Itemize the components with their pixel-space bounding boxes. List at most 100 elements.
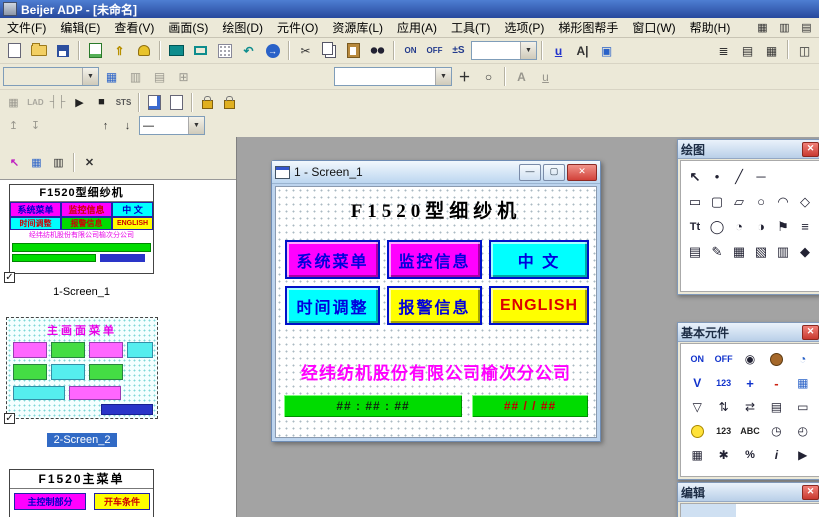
run-icon[interactable]: ▶ bbox=[69, 93, 90, 112]
titlebar[interactable]: Beijer ADP - [未命名] bbox=[0, 0, 819, 18]
menu-object[interactable]: 元件(O) bbox=[270, 17, 325, 38]
filled-rect-icon[interactable] bbox=[165, 40, 188, 61]
text-align-icon[interactable]: A| bbox=[571, 40, 594, 61]
contact-symbol-icon[interactable]: ┤├ bbox=[47, 93, 68, 112]
decrement-element[interactable]: - bbox=[763, 371, 789, 395]
screen3-thumbnail[interactable]: F1520主菜单 主控制部分 开车条件 bbox=[9, 469, 154, 517]
menu-library[interactable]: 资源库(L) bbox=[325, 17, 390, 38]
library-tool[interactable]: ◆ bbox=[794, 239, 816, 264]
percent-element[interactable]: % bbox=[737, 443, 763, 467]
chart-tool[interactable]: ▥ bbox=[772, 239, 794, 264]
screen1-window-titlebar[interactable]: 1 - Screen_1 — ▢ ✕ bbox=[272, 161, 600, 184]
basic-palette-titlebar[interactable]: 基本元件 ✕ bbox=[678, 323, 819, 342]
lad-mode-icon[interactable]: LAD bbox=[25, 93, 46, 112]
paste-icon[interactable] bbox=[342, 40, 365, 61]
compile-download-icon[interactable]: ⇑ bbox=[108, 40, 131, 61]
clock-element[interactable]: ◷ bbox=[763, 419, 789, 443]
screen2-checkbox[interactable]: ✓ bbox=[4, 413, 15, 424]
tile-windows-icon[interactable]: ▦ bbox=[760, 40, 783, 61]
menu-draw[interactable]: 绘图(D) bbox=[215, 17, 270, 38]
arrange-icon[interactable]: ▣ bbox=[595, 40, 618, 61]
ellipse-tool[interactable]: ○ bbox=[750, 189, 772, 214]
screen1-checkbox[interactable]: ✓ bbox=[4, 272, 15, 283]
screen1-label[interactable]: 1-Screen_1 bbox=[9, 286, 154, 298]
help-doc-icon[interactable]: ▤ bbox=[796, 18, 817, 37]
align-a2-icon[interactable]: A bbox=[510, 66, 533, 87]
combo-arrow-icon[interactable]: ▼ bbox=[435, 68, 451, 85]
screen2-label[interactable]: 2-Screen_2 bbox=[47, 433, 118, 447]
rounded-rect-tool[interactable]: ▢ bbox=[706, 189, 728, 214]
draw-palette-titlebar[interactable]: 绘图 ✕ bbox=[678, 140, 819, 159]
screen-prev-icon[interactable]: ▥ bbox=[124, 66, 147, 87]
off-button-element[interactable]: OFF bbox=[710, 347, 736, 371]
underline2-icon[interactable]: u bbox=[534, 66, 557, 87]
undo-icon[interactable]: ↶ bbox=[237, 40, 260, 61]
menu-ladder-helper[interactable]: 梯形图帮手 bbox=[551, 17, 625, 38]
edit-palette-titlebar[interactable]: 编辑 ✕ bbox=[678, 483, 819, 502]
parallelogram-tool[interactable]: ▱ bbox=[728, 189, 750, 214]
crosshair-icon[interactable]: ＋ bbox=[453, 66, 476, 87]
hmi-date-display[interactable]: ## / / ## bbox=[472, 395, 588, 417]
window-tile-icon[interactable]: ▥ bbox=[774, 18, 795, 37]
hline-tool[interactable]: ─ bbox=[750, 164, 772, 189]
new-file-icon[interactable] bbox=[3, 40, 26, 61]
image-tool[interactable]: ▧ bbox=[750, 239, 772, 264]
menu-tools[interactable]: 工具(T) bbox=[444, 17, 497, 38]
screen2-thumbnail[interactable]: 主画面菜单 bbox=[6, 317, 158, 419]
grid-snap-icon[interactable]: ▤ bbox=[736, 40, 759, 61]
message-display-element[interactable]: ▭ bbox=[790, 395, 816, 419]
close-panel-icon[interactable]: ✕ bbox=[79, 153, 100, 172]
screen1-window[interactable]: 1 - Screen_1 — ▢ ✕ F1520型细纱机 系统菜单 监控信息 中… bbox=[271, 160, 601, 442]
circle-tool[interactable]: ◯ bbox=[706, 214, 728, 239]
cut-icon[interactable]: ✂ bbox=[294, 40, 317, 61]
outline-rect-icon[interactable] bbox=[189, 40, 212, 61]
font-combo[interactable]: ▼ bbox=[334, 67, 452, 86]
hmi-button-alarm-info[interactable]: 报警信息 bbox=[387, 286, 482, 325]
alarm-bell-icon[interactable] bbox=[132, 40, 155, 61]
set-value-icon[interactable]: ±S bbox=[447, 40, 470, 61]
pen-tool[interactable]: ✎ bbox=[706, 239, 728, 264]
close-icon[interactable]: ✕ bbox=[802, 325, 819, 340]
menu-options[interactable]: 选项(P) bbox=[497, 17, 551, 38]
window-cascade-icon[interactable]: ▦ bbox=[752, 18, 773, 37]
polygon-tool[interactable]: ◇ bbox=[794, 189, 816, 214]
save-icon[interactable] bbox=[51, 40, 74, 61]
combo-arrow-icon[interactable]: ▼ bbox=[188, 117, 204, 134]
menu-screen[interactable]: 画面(S) bbox=[161, 17, 215, 38]
detail-view-icon[interactable]: ▦ bbox=[26, 153, 47, 172]
hmi-button-time-adjust[interactable]: 时间调整 bbox=[285, 286, 380, 325]
stop-icon[interactable]: ■ bbox=[91, 93, 112, 112]
cursor-tool[interactable]: ↖ bbox=[684, 164, 706, 189]
on-button-element[interactable]: ON bbox=[684, 347, 710, 371]
gauge-element[interactable]: ◔ bbox=[790, 347, 816, 371]
screen-manager-icon[interactable]: ◫ bbox=[793, 40, 816, 61]
keypad-element[interactable]: ▤ bbox=[763, 395, 789, 419]
meter-element[interactable]: ◴ bbox=[790, 419, 816, 443]
screen1-canvas[interactable]: F1520型细纱机 系统菜单 监控信息 中 文 时间调整 报警信息 ENGLIS… bbox=[275, 186, 597, 438]
order-down-icon[interactable]: ↓ bbox=[117, 116, 138, 135]
state-combo[interactable]: ▼ bbox=[471, 41, 537, 60]
minimize-button[interactable]: — bbox=[519, 164, 541, 181]
doc-clock-icon[interactable] bbox=[144, 93, 165, 112]
increment-element[interactable]: + bbox=[737, 371, 763, 395]
close-icon[interactable]: ✕ bbox=[802, 485, 819, 500]
object-combo[interactable]: ▼ bbox=[3, 67, 99, 86]
line-tool[interactable]: ╱ bbox=[728, 164, 750, 189]
screen-next-icon[interactable]: ▤ bbox=[148, 66, 171, 87]
select-pointer-icon[interactable]: ↖ bbox=[4, 153, 25, 172]
go-online-icon[interactable]: → bbox=[261, 40, 284, 61]
set-value-element[interactable]: V bbox=[684, 371, 710, 395]
text-tool[interactable]: Tt bbox=[684, 214, 706, 239]
grid-screen-icon[interactable] bbox=[213, 40, 236, 61]
multistate-element[interactable]: ⇄ bbox=[737, 395, 763, 419]
maximize-button[interactable]: ▢ bbox=[543, 164, 565, 181]
close-icon[interactable]: ✕ bbox=[802, 142, 819, 157]
hmi-time-display[interactable]: ## : ## : ## bbox=[284, 395, 462, 417]
screen-list-icon[interactable]: ▦ bbox=[100, 66, 123, 87]
arc-tool[interactable]: ◠ bbox=[772, 189, 794, 214]
bars-tool[interactable]: ≡ bbox=[794, 214, 816, 239]
circle-tool-icon[interactable]: ○ bbox=[477, 66, 500, 87]
trend-element[interactable]: ▶ bbox=[790, 443, 816, 467]
open-file-icon[interactable] bbox=[27, 40, 50, 61]
screen1-thumbnail[interactable]: F1520型细纱机 系统菜单 监控信息 中 文 时间调整 报警信息 ENGLIS… bbox=[9, 184, 154, 274]
